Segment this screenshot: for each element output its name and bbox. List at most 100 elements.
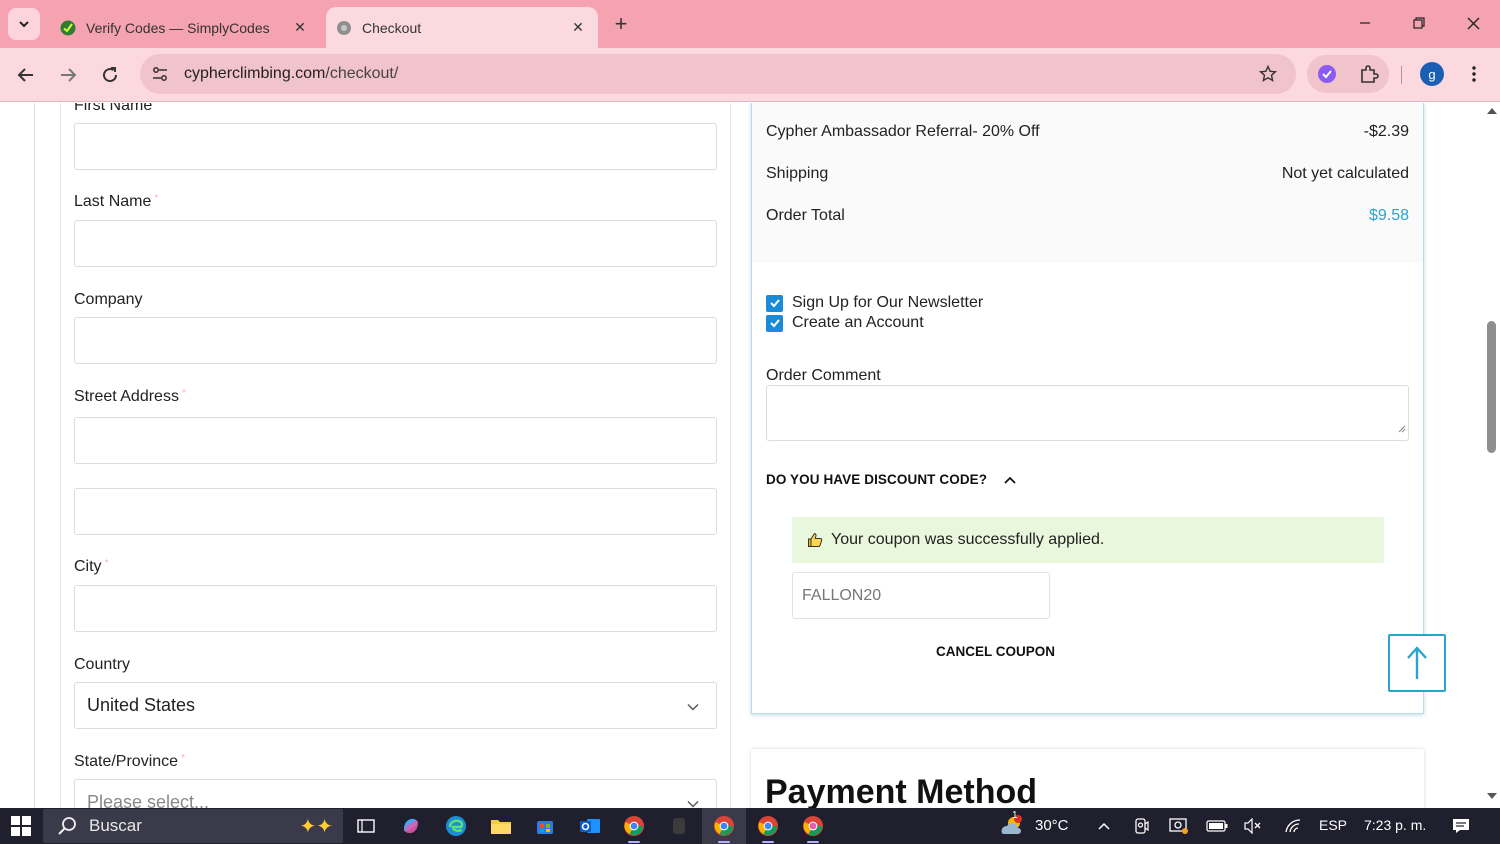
running-indicator (628, 841, 640, 843)
microsoft-store-icon[interactable] (531, 812, 559, 840)
street-address-line2-input[interactable] (74, 488, 717, 535)
scroll-down-arrow-icon[interactable] (1487, 792, 1497, 800)
url-text: cypherclimbing.com/checkout/ (184, 65, 1252, 83)
country-select[interactable]: United States (74, 682, 717, 729)
arrow-right-icon (61, 68, 77, 82)
weather-icon[interactable] (998, 815, 1024, 836)
create-account-label: Create an Account (792, 314, 924, 331)
battery-icon[interactable] (1206, 816, 1228, 836)
street-address-line1-input[interactable] (74, 417, 717, 464)
discount-code-toggle-label: DO YOU HAVE DISCOUNT CODE? (766, 472, 988, 487)
close-tab-icon[interactable]: ✕ (290, 18, 310, 38)
tab-search-button[interactable] (8, 8, 40, 40)
create-account-checkbox[interactable] (766, 314, 783, 332)
puzzle-extensions-icon[interactable] (1353, 58, 1385, 90)
chrome-profile-2-icon[interactable] (754, 812, 782, 843)
outlook-icon[interactable] (576, 812, 604, 840)
copilot-app-icon[interactable] (397, 812, 425, 840)
state-province-select[interactable]: Please select... (74, 779, 717, 808)
more-vertical-icon (1472, 66, 1476, 82)
newsletter-checkbox-row[interactable]: Sign Up for Our Newsletter (766, 294, 983, 312)
simplycodes-extension-icon[interactable] (1311, 58, 1343, 90)
browser-menu-button[interactable] (1460, 60, 1488, 88)
close-window-button[interactable] (1453, 8, 1493, 38)
site-settings-icon[interactable] (144, 58, 176, 90)
order-total-row: Order Total $9.58 (766, 207, 1409, 225)
cancel-coupon-button[interactable]: CANCEL COUPON (936, 644, 1055, 659)
meet-now-icon[interactable] (1132, 816, 1152, 836)
tab-simplycodes[interactable]: Verify Codes — SimplyCodes ✕ (50, 7, 320, 48)
copilot-sparkle-icon: ✦✦ (299, 816, 333, 838)
scroll-up-arrow-icon[interactable] (1487, 107, 1497, 115)
city-input[interactable] (74, 585, 717, 632)
chrome-profile-pink-icon[interactable] (710, 812, 738, 843)
notifications-icon[interactable] (1451, 816, 1471, 836)
street-address-label-text: Street Address (74, 388, 179, 405)
edge-browser-icon[interactable] (442, 812, 470, 840)
new-tab-button[interactable]: + (606, 10, 636, 38)
create-account-checkbox-row[interactable]: Create an Account (766, 314, 924, 332)
page-scrollbar[interactable] (1484, 103, 1500, 808)
bookmark-star-icon[interactable] (1252, 58, 1284, 90)
back-to-top-button[interactable] (1388, 634, 1446, 692)
required-mark: * (181, 753, 185, 764)
discount-code-toggle[interactable]: DO YOU HAVE DISCOUNT CODE? (766, 472, 1017, 487)
forward-button[interactable] (52, 59, 84, 91)
country-select-value: United States (87, 695, 196, 715)
last-name-input[interactable] (74, 220, 717, 267)
input-language[interactable]: ESP (1319, 817, 1347, 833)
back-button[interactable] (10, 59, 42, 91)
required-mark: * (154, 193, 159, 204)
newsletter-label: Sign Up for Our Newsletter (792, 294, 984, 311)
page-gutter-divider (34, 103, 35, 808)
reload-button[interactable] (94, 59, 126, 91)
url-path: /checkout/ (325, 65, 399, 82)
last-name-label: Last Name * (74, 193, 158, 211)
resize-grip-icon[interactable] (1398, 420, 1406, 438)
url-host: cypherclimbing.com (184, 65, 326, 82)
volume-muted-icon[interactable] (1243, 816, 1263, 836)
arrow-left-icon (17, 68, 33, 82)
close-tab-icon[interactable]: ✕ (568, 18, 588, 38)
globe-icon (336, 20, 352, 36)
profile-avatar[interactable]: g (1420, 62, 1444, 86)
minimize-button[interactable] (1345, 8, 1385, 38)
newsletter-checkbox[interactable] (766, 294, 783, 312)
screen-recording-icon[interactable] (1169, 816, 1189, 836)
browser-tab-bar: Verify Codes — SimplyCodes ✕ Checkout ✕ … (0, 0, 1500, 48)
billing-address-form: First Name Last Name * Company Street Add… (60, 103, 731, 808)
terminal-app-icon[interactable] (665, 812, 693, 840)
company-label: Company (74, 291, 143, 308)
tab-checkout[interactable]: Checkout ✕ (326, 7, 598, 48)
order-comment-textarea[interactable] (766, 385, 1409, 441)
address-bar[interactable]: cypherclimbing.com/checkout/ (140, 54, 1296, 94)
required-mark: * (104, 558, 109, 569)
first-name-input[interactable] (74, 123, 717, 170)
file-explorer-icon[interactable] (487, 812, 515, 840)
state-select-placeholder: Please select... (87, 792, 210, 808)
taskbar-search[interactable]: Buscar ✦✦ (43, 809, 343, 843)
first-name-label-text: First Name (74, 103, 153, 114)
state-province-label-text: State/Province (74, 753, 179, 770)
plus-icon: + (614, 11, 628, 36)
windows-start-button[interactable] (8, 814, 34, 838)
coupon-code-value: FALLON20 (802, 586, 882, 604)
chrome-app-icon[interactable] (620, 812, 648, 843)
system-clock[interactable]: 7:23 p. m. (1364, 817, 1426, 833)
taskbar-search-label: Buscar (89, 816, 142, 835)
chevron-down-icon (686, 698, 700, 719)
wifi-icon[interactable] (1283, 816, 1303, 836)
discount-row-label: Cypher Ambassador Referral- 20% Off (766, 123, 1040, 140)
coupon-code-input[interactable]: FALLON20 (792, 572, 1050, 619)
show-hidden-icons-chevron-icon[interactable] (1094, 816, 1114, 836)
weather-temperature[interactable]: 30°C (1035, 817, 1069, 834)
scrollbar-thumb[interactable] (1487, 321, 1496, 453)
discount-row-value: -$2.39 (1363, 123, 1409, 140)
task-view-icon[interactable] (352, 812, 380, 840)
tab-title: Verify Codes — SimplyCodes (86, 19, 270, 36)
restore-button[interactable] (1399, 8, 1439, 38)
state-province-label: State/Province * (74, 753, 185, 771)
chrome-profile-3-icon[interactable] (799, 812, 827, 843)
payment-method-section: Payment Method (751, 749, 1424, 808)
company-input[interactable] (74, 317, 717, 364)
